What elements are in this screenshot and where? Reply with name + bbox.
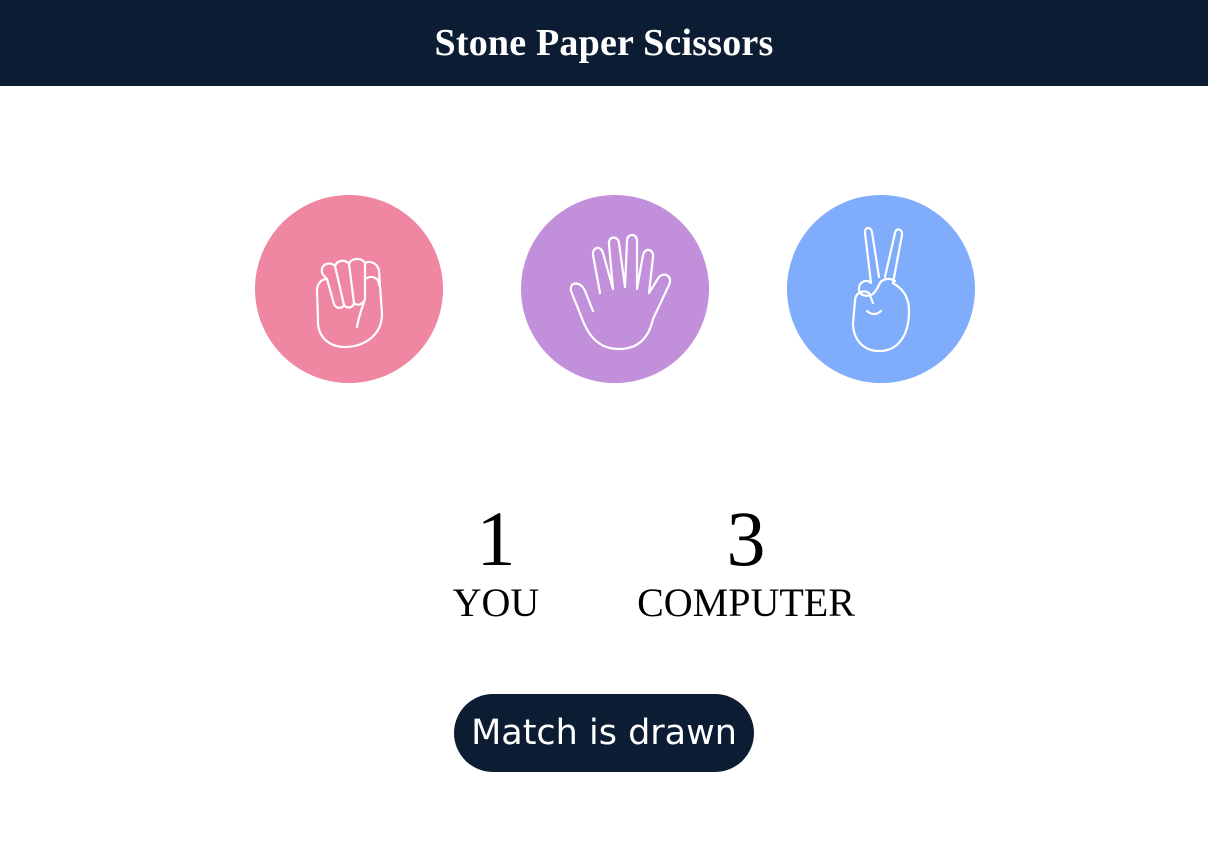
scissors-choice-button[interactable] bbox=[787, 195, 975, 383]
fist-icon bbox=[315, 257, 384, 349]
paper-choice-button[interactable] bbox=[521, 195, 709, 383]
computer-score: 3 COMPUTER bbox=[626, 495, 866, 627]
computer-score-label: COMPUTER bbox=[637, 580, 855, 625]
app-header: Stone Paper Scissors bbox=[0, 0, 1208, 86]
user-score-value: 1 bbox=[476, 495, 516, 582]
computer-score-value: 3 bbox=[726, 495, 766, 582]
result-message: Match is drawn bbox=[454, 694, 754, 772]
stone-choice-button[interactable] bbox=[255, 195, 443, 383]
page-title: Stone Paper Scissors bbox=[434, 22, 774, 64]
user-score-label: YOU bbox=[452, 580, 540, 625]
user-score: 1 YOU bbox=[416, 495, 576, 627]
peace-hand-icon bbox=[851, 226, 911, 353]
open-hand-icon bbox=[569, 233, 672, 351]
choices-row bbox=[0, 195, 1208, 383]
message-container: Match is drawn bbox=[0, 694, 1208, 772]
score-board: 1 YOU 3 COMPUTER bbox=[0, 495, 1208, 635]
